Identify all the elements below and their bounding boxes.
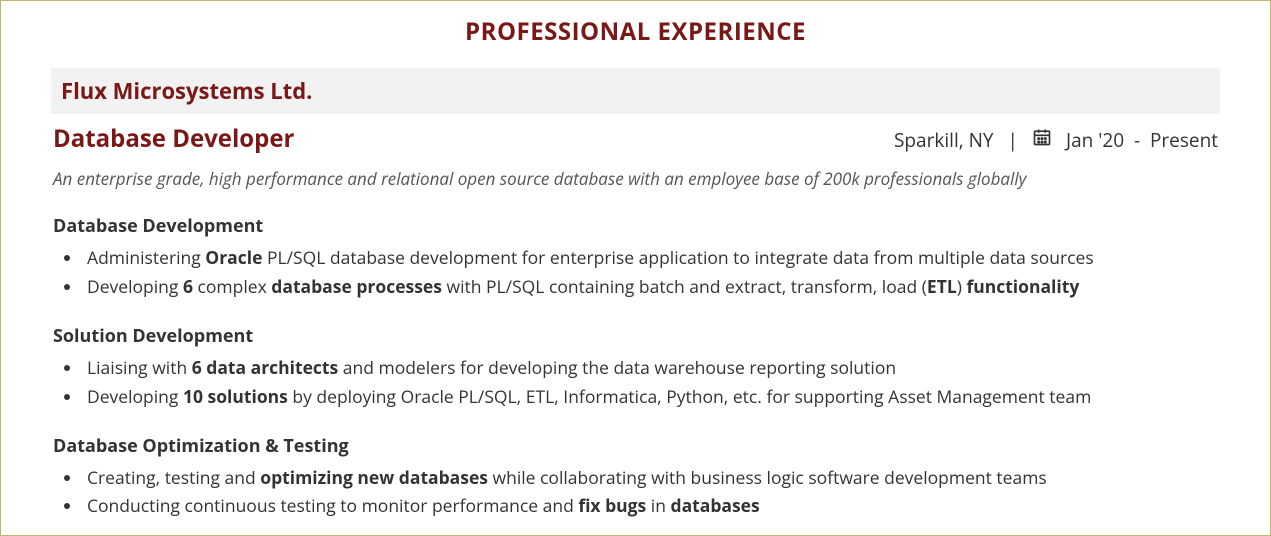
job-location: Sparkill, NY xyxy=(894,127,994,153)
date-end: Present xyxy=(1150,127,1218,153)
bullet-item: Administering Oracle PL/SQL database dev… xyxy=(83,244,1220,273)
group-heading: Database Optimization & Testing xyxy=(51,434,1220,458)
bullet-item: Developing 10 solutions by deploying Ora… xyxy=(83,383,1220,412)
bullet-item: Creating, testing and optimizing new dat… xyxy=(83,464,1220,493)
bullet-item: Conducting continuous testing to monitor… xyxy=(83,492,1220,521)
job-meta: Sparkill, NY | Jan '20 - Present xyxy=(894,127,1218,153)
bullet-item: Liaising with 6 data architects and mode… xyxy=(83,354,1220,383)
separator-pipe: | xyxy=(1008,127,1018,153)
group-heading: Database Development xyxy=(51,214,1220,238)
job-header-row: Database Developer Sparkill, NY | Jan '2… xyxy=(51,122,1220,155)
date-start: Jan '20 xyxy=(1066,127,1124,153)
section-title: PROFESSIONAL EXPERIENCE xyxy=(51,15,1220,48)
bullet-item: Developing 6 complex database processes … xyxy=(83,273,1220,302)
group-heading: Solution Development xyxy=(51,324,1220,348)
company-name: Flux Microsystems Ltd. xyxy=(61,76,312,106)
company-bar: Flux Microsystems Ltd. xyxy=(51,68,1220,114)
bullet-list: Liaising with 6 data architects and mode… xyxy=(51,354,1220,412)
bullet-list: Administering Oracle PL/SQL database dev… xyxy=(51,244,1220,302)
job-dates: Jan '20 - Present xyxy=(1066,127,1218,153)
experience-groups: Database Development Administering Oracle… xyxy=(51,214,1220,521)
bullet-list: Creating, testing and optimizing new dat… xyxy=(51,464,1220,522)
calendar-icon xyxy=(1032,127,1052,153)
job-title: Database Developer xyxy=(53,122,294,155)
job-summary: An enterprise grade, high performance an… xyxy=(51,167,1220,190)
